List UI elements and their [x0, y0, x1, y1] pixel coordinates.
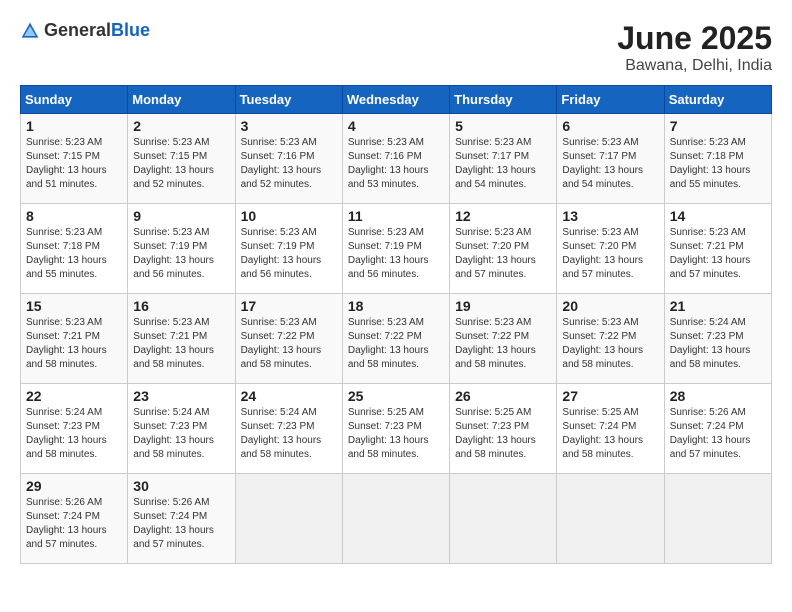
logo-icon — [20, 21, 40, 41]
day-cell-20: 20 Sunrise: 5:23 AMSunset: 7:22 PMDaylig… — [557, 294, 664, 384]
empty-cell-4 — [557, 474, 664, 564]
day-cell-6: 6 Sunrise: 5:23 AMSunset: 7:17 PMDayligh… — [557, 114, 664, 204]
day-cell-4: 4 Sunrise: 5:23 AMSunset: 7:16 PMDayligh… — [342, 114, 449, 204]
empty-cell-1 — [235, 474, 342, 564]
day-cell-24: 24 Sunrise: 5:24 AMSunset: 7:23 PMDaylig… — [235, 384, 342, 474]
day-cell-19: 19 Sunrise: 5:23 AMSunset: 7:22 PMDaylig… — [450, 294, 557, 384]
week-row-2: 8 Sunrise: 5:23 AMSunset: 7:18 PMDayligh… — [21, 204, 772, 294]
day-cell-22: 22 Sunrise: 5:24 AMSunset: 7:23 PMDaylig… — [21, 384, 128, 474]
day-cell-8: 8 Sunrise: 5:23 AMSunset: 7:18 PMDayligh… — [21, 204, 128, 294]
day-cell-15: 15 Sunrise: 5:23 AMSunset: 7:21 PMDaylig… — [21, 294, 128, 384]
month-title: June 2025 — [617, 20, 772, 57]
day-cell-5: 5 Sunrise: 5:23 AMSunset: 7:17 PMDayligh… — [450, 114, 557, 204]
day-cell-17: 17 Sunrise: 5:23 AMSunset: 7:22 PMDaylig… — [235, 294, 342, 384]
header-tuesday: Tuesday — [235, 86, 342, 114]
empty-cell-3 — [450, 474, 557, 564]
day-cell-25: 25 Sunrise: 5:25 AMSunset: 7:23 PMDaylig… — [342, 384, 449, 474]
week-row-4: 22 Sunrise: 5:24 AMSunset: 7:23 PMDaylig… — [21, 384, 772, 474]
logo: GeneralBlue — [20, 20, 150, 41]
day-cell-12: 12 Sunrise: 5:23 AMSunset: 7:20 PMDaylig… — [450, 204, 557, 294]
empty-cell-2 — [342, 474, 449, 564]
logo-text: GeneralBlue — [44, 20, 150, 41]
day-cell-3: 3 Sunrise: 5:23 AMSunset: 7:16 PMDayligh… — [235, 114, 342, 204]
day-cell-1: 1 Sunrise: 5:23 AMSunset: 7:15 PMDayligh… — [21, 114, 128, 204]
day-cell-11: 11 Sunrise: 5:23 AMSunset: 7:19 PMDaylig… — [342, 204, 449, 294]
day-cell-13: 13 Sunrise: 5:23 AMSunset: 7:20 PMDaylig… — [557, 204, 664, 294]
week-row-1: 1 Sunrise: 5:23 AMSunset: 7:15 PMDayligh… — [21, 114, 772, 204]
day-cell-23: 23 Sunrise: 5:24 AMSunset: 7:23 PMDaylig… — [128, 384, 235, 474]
header-monday: Monday — [128, 86, 235, 114]
day-cell-14: 14 Sunrise: 5:23 AMSunset: 7:21 PMDaylig… — [664, 204, 771, 294]
empty-cell-5 — [664, 474, 771, 564]
day-cell-7: 7 Sunrise: 5:23 AMSunset: 7:18 PMDayligh… — [664, 114, 771, 204]
day-cell-21: 21 Sunrise: 5:24 AMSunset: 7:23 PMDaylig… — [664, 294, 771, 384]
page-header: GeneralBlue June 2025 Bawana, Delhi, Ind… — [20, 20, 772, 75]
day-cell-26: 26 Sunrise: 5:25 AMSunset: 7:23 PMDaylig… — [450, 384, 557, 474]
header-sunday: Sunday — [21, 86, 128, 114]
week-row-5: 29 Sunrise: 5:26 AMSunset: 7:24 PMDaylig… — [21, 474, 772, 564]
header-friday: Friday — [557, 86, 664, 114]
header-wednesday: Wednesday — [342, 86, 449, 114]
calendar-table: Sunday Monday Tuesday Wednesday Thursday… — [20, 85, 772, 564]
day-cell-16: 16 Sunrise: 5:23 AMSunset: 7:21 PMDaylig… — [128, 294, 235, 384]
location-title: Bawana, Delhi, India — [617, 57, 772, 75]
week-row-3: 15 Sunrise: 5:23 AMSunset: 7:21 PMDaylig… — [21, 294, 772, 384]
day-cell-18: 18 Sunrise: 5:23 AMSunset: 7:22 PMDaylig… — [342, 294, 449, 384]
header-thursday: Thursday — [450, 86, 557, 114]
day-cell-27: 27 Sunrise: 5:25 AMSunset: 7:24 PMDaylig… — [557, 384, 664, 474]
weekday-header-row: Sunday Monday Tuesday Wednesday Thursday… — [21, 86, 772, 114]
title-area: June 2025 Bawana, Delhi, India — [617, 20, 772, 75]
day-cell-30: 30 Sunrise: 5:26 AMSunset: 7:24 PMDaylig… — [128, 474, 235, 564]
day-cell-29: 29 Sunrise: 5:26 AMSunset: 7:24 PMDaylig… — [21, 474, 128, 564]
day-cell-2: 2 Sunrise: 5:23 AMSunset: 7:15 PMDayligh… — [128, 114, 235, 204]
day-cell-9: 9 Sunrise: 5:23 AMSunset: 7:19 PMDayligh… — [128, 204, 235, 294]
day-cell-10: 10 Sunrise: 5:23 AMSunset: 7:19 PMDaylig… — [235, 204, 342, 294]
header-saturday: Saturday — [664, 86, 771, 114]
day-cell-28: 28 Sunrise: 5:26 AMSunset: 7:24 PMDaylig… — [664, 384, 771, 474]
